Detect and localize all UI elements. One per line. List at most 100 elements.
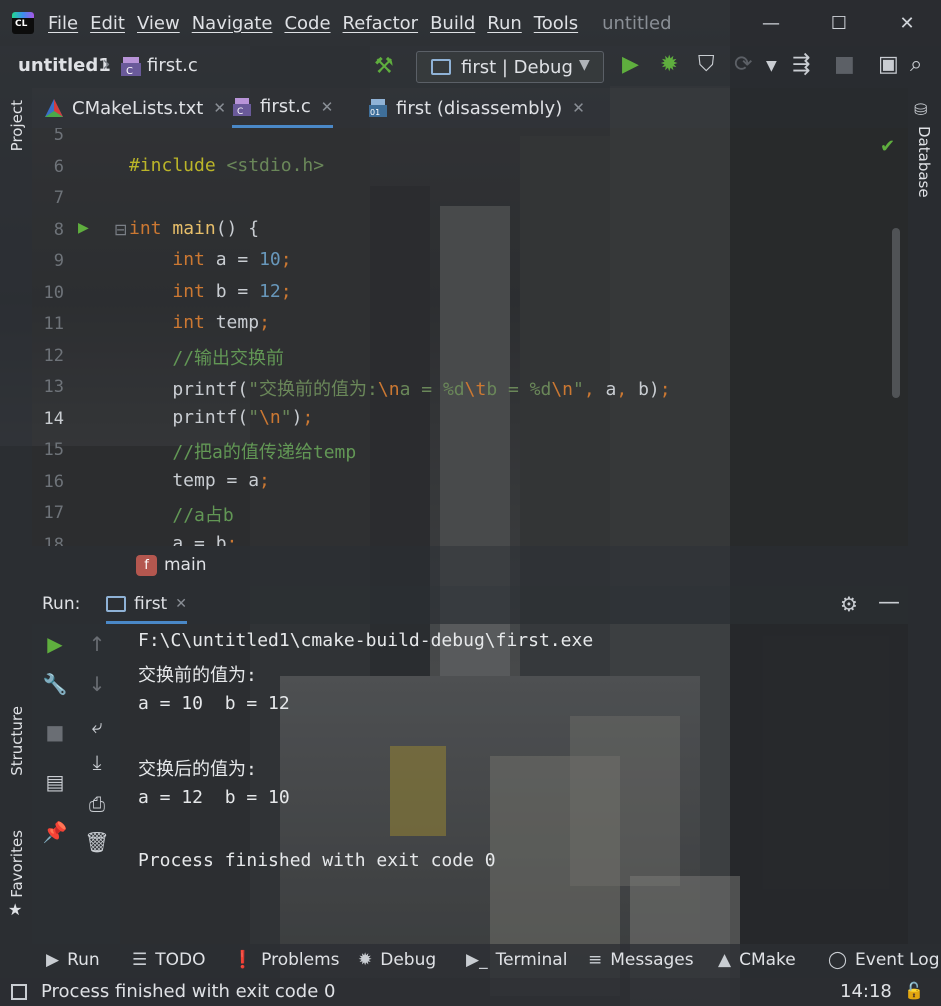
problems-icon: ❗ [232, 950, 254, 970]
window-title: untitled [602, 12, 672, 34]
editor-scrollbar[interactable] [892, 228, 900, 398]
code-line: #include <stdio.h> [129, 155, 325, 176]
soft-wrap-icon[interactable]: ⤶ [82, 714, 112, 738]
line-number: 6 [53, 157, 64, 177]
right-tool-strip: ⛁ Database [908, 88, 941, 944]
console-line: Process finished with exit code 0 [138, 850, 496, 871]
line-number: 8 [53, 220, 64, 240]
attach-process-icon[interactable]: ⇶ [792, 52, 810, 77]
tool-tab-label: TODO [155, 950, 206, 970]
tool-tab-messages[interactable]: ≡ Messages [588, 950, 694, 970]
coverage-shield-icon[interactable]: ⛉ [698, 52, 715, 77]
menu-edit[interactable]: Edit [90, 13, 125, 34]
line-number: 5 [53, 128, 64, 145]
wrench-icon[interactable]: 🔧 [40, 672, 70, 696]
menu-navigate[interactable]: Navigate [192, 13, 273, 34]
tool-tab-label: Event Log [855, 950, 940, 970]
svg-text:C: C [126, 66, 133, 77]
code-line: int a = 10; [172, 249, 292, 270]
menu-tools[interactable]: Tools [534, 13, 578, 34]
tool-tab-debug[interactable]: ✹ Debug [358, 950, 436, 970]
minimize-button[interactable]: — [737, 0, 805, 46]
menu-run[interactable]: Run [487, 13, 522, 34]
title-bar: CL File Edit View Navigate Code Refactor… [0, 0, 941, 46]
settings-gear-icon[interactable]: ⚙ [840, 592, 858, 616]
maximize-button[interactable]: ☐ [805, 0, 873, 46]
breadcrumb-project[interactable]: untitled1 [18, 55, 111, 76]
close-tab-icon[interactable]: ✕ [213, 99, 226, 117]
rerun-icon[interactable]: ▶ [40, 632, 70, 656]
run-gutter-icon[interactable]: ▶ [78, 220, 89, 236]
fold-marker-icon[interactable]: ⊟ [114, 220, 127, 239]
run-icon[interactable]: ▶ [622, 52, 639, 77]
favorites-tool-button[interactable]: Favorites [8, 830, 26, 898]
read-only-lock-icon[interactable]: 🔓 [904, 981, 924, 1000]
tool-tab-event-log[interactable]: ◯ Event Log [828, 950, 940, 970]
tab-cmakelists[interactable]: CMakeLists.txt ✕ [44, 88, 226, 128]
profile-icon[interactable]: ⟳ [734, 52, 752, 77]
tab-label: CMakeLists.txt [72, 97, 204, 119]
project-tool-button[interactable]: Project [8, 100, 26, 151]
code-editor[interactable]: ✔ 5 6 7 8 9 10 11 12 13 14 15 16 17 18 ▶… [32, 128, 908, 546]
line-number-current: 14 [43, 409, 64, 429]
tool-tab-todo[interactable]: ☰ TODO [132, 950, 206, 970]
database-tool-button[interactable]: Database [915, 126, 933, 198]
main-menu: File Edit View Navigate Code Refactor Bu… [42, 13, 584, 34]
structure-tool-button[interactable]: Structure [8, 706, 26, 776]
c-file-icon: C [233, 97, 251, 117]
svg-text:C: C [237, 107, 243, 117]
code-line: int main() { [129, 218, 260, 239]
left-tool-strip: Project Structure Favorites ★ [0, 88, 32, 944]
caret-position[interactable]: 14:18 [840, 981, 892, 1002]
svg-text:01: 01 [370, 108, 380, 117]
print-icon[interactable]: ⎙ [82, 792, 112, 816]
code-line: //把a的值传递给temp [172, 442, 357, 463]
stop-run-icon[interactable]: ■ [40, 720, 70, 744]
search-icon[interactable]: ⌕ [910, 52, 922, 77]
line-number: 18 [43, 535, 64, 546]
menu-build[interactable]: Build [430, 13, 475, 34]
bottom-tool-tabs: ▶ Run ☰ TODO ❗ Problems ✹ Debug ▶_ Terminal ≡… [0, 944, 941, 978]
menu-code[interactable]: Code [284, 13, 330, 34]
menu-file[interactable]: File [48, 13, 78, 34]
menu-view[interactable]: View [137, 13, 180, 34]
run-configuration-label: first | Debug [461, 57, 573, 78]
line-number: 10 [43, 283, 64, 303]
close-tab-icon[interactable]: ✕ [321, 98, 334, 116]
tab-first-c[interactable]: C first.c ✕ [232, 88, 334, 128]
layout-icon[interactable]: ▤ [40, 770, 70, 794]
line-number: 12 [43, 346, 64, 366]
console-line: 交换前的值为: [138, 665, 257, 686]
breadcrumb-file[interactable]: first.c [147, 55, 198, 76]
close-tab-icon[interactable]: ✕ [572, 99, 585, 117]
tool-tab-terminal[interactable]: ▶_ Terminal [466, 950, 567, 970]
hide-panel-icon[interactable]: — [878, 590, 900, 615]
build-hammer-icon[interactable]: ⚒ [374, 54, 394, 79]
menu-refactor[interactable]: Refactor [343, 13, 419, 34]
stop-icon[interactable]: ■ [834, 52, 855, 77]
scroll-up-icon[interactable]: ↑ [82, 632, 112, 656]
debug-bug-icon[interactable]: ✹ [660, 52, 678, 77]
scroll-to-end-icon[interactable]: ⤓ [82, 750, 112, 774]
cmake-icon [45, 99, 63, 117]
run-tab-first[interactable]: first ✕ [106, 586, 187, 624]
close-button[interactable]: ✕ [873, 0, 941, 46]
toggle-tool-windows-icon[interactable] [11, 984, 27, 1000]
tab-first-disassembly[interactable]: 01 first (disassembly) ✕ [368, 88, 585, 128]
breadcrumb-function-main[interactable]: main [164, 555, 206, 575]
more-run-options-chevron-icon[interactable]: ▼ [766, 58, 777, 74]
pin-icon[interactable]: 📌 [40, 820, 70, 844]
tool-tab-problems[interactable]: ❗ Problems [232, 950, 340, 970]
run-configuration-selector[interactable]: first | Debug ▼ [416, 51, 604, 83]
tool-tab-run[interactable]: ▶ Run [46, 950, 100, 970]
favorites-star-icon: ★ [8, 900, 23, 919]
tool-tab-cmake[interactable]: ▲ CMake [718, 950, 796, 970]
run-console[interactable]: F:\C\untitled1\cmake-build-debug\first.e… [120, 624, 908, 944]
tool-tab-label: CMake [739, 950, 796, 970]
trash-icon[interactable]: 🗑 [82, 830, 112, 854]
tab-label: first (disassembly) [396, 97, 563, 119]
line-number: 9 [53, 251, 64, 271]
scroll-down-icon[interactable]: ↓ [82, 672, 112, 696]
presentation-icon[interactable]: ▣ [878, 52, 899, 77]
close-run-tab-icon[interactable]: ✕ [175, 596, 187, 612]
